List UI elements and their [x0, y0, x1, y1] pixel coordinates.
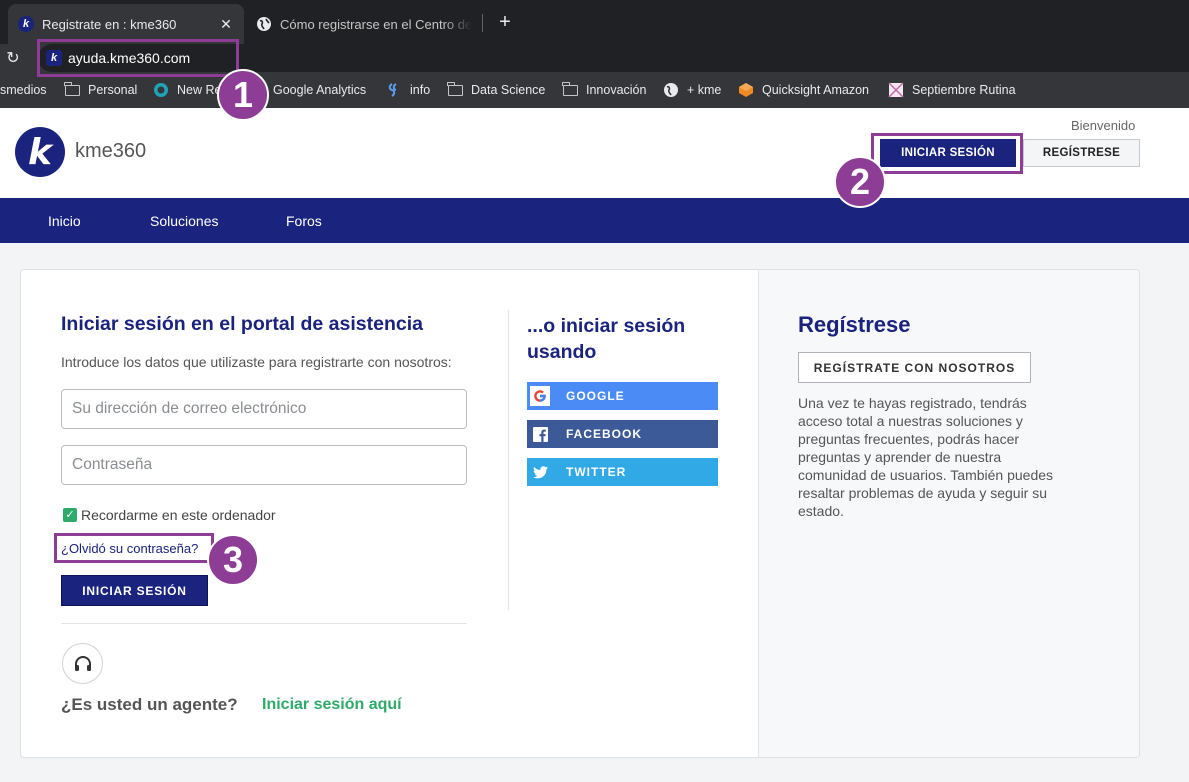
header-register-button[interactable]: REGÍSTRESE [1023, 139, 1140, 167]
bookmark-quicksight[interactable]: Quicksight Amazon [738, 74, 869, 106]
nav-item-foros[interactable]: Foros [286, 198, 322, 243]
register-title: Regístrese [798, 312, 911, 337]
bookmark-kme[interactable]: + kme [663, 74, 721, 106]
step-badge-1: 1 [217, 69, 269, 121]
bookmark-label: Septiembre Rutina [912, 83, 1016, 97]
register-button[interactable]: REGÍSTRATE CON NOSOTROS [798, 352, 1031, 383]
nav-item-inicio[interactable]: Inicio [48, 198, 81, 243]
social-login-title: ...o iniciar sesión usando [527, 315, 686, 363]
bookmark-info[interactable]: info [386, 74, 430, 106]
close-icon[interactable]: ✕ [218, 16, 234, 33]
welcome-text: Bienvenido [1071, 118, 1136, 133]
bookmarks-bar: smedios Personal New Re Google Analytics… [0, 74, 1189, 108]
google-label: GOOGLE [566, 389, 625, 403]
globe-icon [663, 83, 679, 97]
eye-icon [153, 83, 169, 97]
twitter-label: TWITTER [566, 465, 627, 479]
bookmark-label: + kme [687, 83, 722, 97]
bookmark-innovacion[interactable]: Innovación [562, 74, 646, 106]
step-badge-2: 2 [834, 156, 886, 208]
bookmark-google-analytics[interactable]: Google Analytics [273, 74, 366, 106]
agent-login-link[interactable]: Iniciar sesión aquí [262, 696, 402, 714]
bookmark-label: Personal [88, 83, 138, 97]
bookmark-label: Quicksight Amazon [762, 83, 869, 97]
bookmark-label: Data Science [471, 83, 546, 97]
bookmark-data-science[interactable]: Data Science [447, 74, 545, 106]
tab-como-registrarse[interactable]: Cómo registrarse en el Centro de Ayuda [246, 4, 482, 44]
login-submit-button[interactable]: INICIAR SESIÓN [61, 575, 208, 606]
bookmark-septiembre[interactable]: Septiembre Rutina [888, 74, 1016, 106]
login-card: Iniciar sesión en el portal de asistenci… [20, 269, 1140, 758]
facebook-icon [529, 420, 551, 448]
main-nav: Inicio Soluciones Foros [0, 198, 1189, 243]
checkbox-checked-icon[interactable]: ✓ [63, 508, 77, 522]
kme-logo[interactable]: k [15, 127, 65, 177]
bookmark-label: info [410, 83, 431, 97]
login-title: Iniciar sesión en el portal de asistenci… [61, 313, 423, 335]
headset-icon [62, 643, 103, 684]
register-description: Una vez te hayas registrado, tendrás acc… [798, 395, 1054, 519]
new-tab-button[interactable]: + [495, 10, 515, 34]
twitter-login-button[interactable]: TWITTER [527, 458, 718, 486]
highlight-box-address [37, 39, 239, 77]
tab-title: Cómo registrarse en el Centro de Ayuda [280, 16, 472, 32]
folder-icon [447, 81, 463, 97]
bookmark-new-re[interactable]: New Re [153, 74, 221, 106]
bookmark-label: Innovación [586, 83, 647, 97]
bookmark-label: smedios [0, 83, 47, 97]
nav-item-soluciones[interactable]: Soluciones [150, 198, 219, 243]
folder-icon [562, 81, 578, 97]
google-login-button[interactable]: GOOGLE [527, 382, 718, 410]
divider [61, 623, 467, 624]
cube-icon [738, 83, 754, 97]
bookmark-label: Google Analytics [273, 83, 367, 97]
chain-icon [386, 83, 402, 97]
remember-me[interactable]: ✓ Recordarme en este ordenador [63, 507, 276, 523]
google-icon [529, 382, 551, 410]
twitter-icon [529, 458, 551, 486]
bookmark-smedios[interactable]: smedios [0, 74, 47, 106]
pattern-icon [888, 82, 904, 98]
facebook-label: FACEBOOK [566, 427, 643, 441]
login-description: Introduce los datos que utilizaste para … [61, 354, 452, 370]
globe-icon [257, 17, 271, 31]
email-field[interactable] [61, 389, 467, 429]
folder-icon [64, 81, 80, 97]
reload-icon[interactable]: ↻ [4, 50, 22, 68]
highlight-box-forgot [54, 533, 214, 563]
highlight-box-login [871, 133, 1023, 174]
agent-question: ¿Es usted un agente? [61, 695, 238, 714]
tab-title: Registrate en : kme360 [42, 16, 177, 32]
brand-name: kme360 [75, 140, 147, 162]
password-field[interactable] [61, 445, 467, 485]
browser-tab-bar: k Registrate en : kme360 ✕ Cómo registra… [0, 0, 1189, 44]
column-divider [508, 310, 509, 610]
kme-favicon-icon: k [18, 16, 34, 32]
remember-label: Recordarme en este ordenador [81, 507, 276, 523]
bookmark-label: New Re [177, 83, 222, 97]
tab-separator [482, 14, 483, 32]
facebook-login-button[interactable]: FACEBOOK [527, 420, 718, 448]
step-badge-3: 3 [207, 534, 259, 586]
bookmark-personal[interactable]: Personal [64, 74, 137, 106]
tab-registrate[interactable]: k Registrate en : kme360 ✕ [8, 4, 244, 44]
